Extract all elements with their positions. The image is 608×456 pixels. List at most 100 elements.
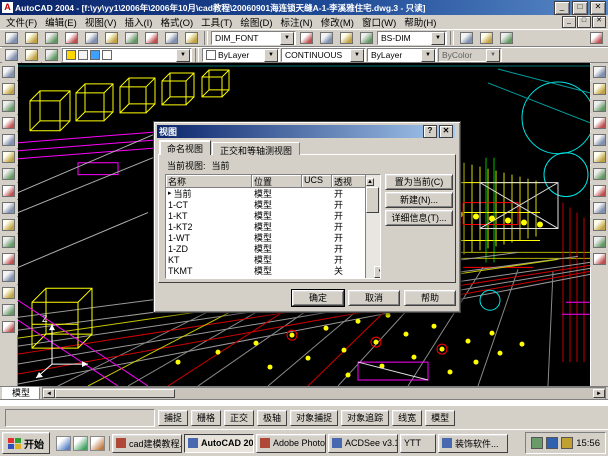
zoom-realtime-icon[interactable] [357,30,376,46]
menu-window[interactable]: 窗口(W) [358,15,400,29]
lineweight-button[interactable]: 线宽 [392,410,422,426]
column-header-ucs[interactable]: UCS [302,175,332,188]
revision-cloud-icon[interactable] [0,183,18,199]
save-icon[interactable] [42,30,61,46]
task-acdsee[interactable]: ACDSee v3.1... [328,434,398,453]
tray-icon[interactable] [546,437,558,449]
dim-style-combo[interactable]: BS-DIM ▼ [377,31,447,45]
start-button[interactable]: 开始 [2,432,50,454]
menu-dimension[interactable]: 标注(N) [277,15,317,29]
menu-file[interactable]: 文件(F) [2,15,41,29]
array-icon[interactable] [590,132,608,148]
cut-icon[interactable] [122,30,141,46]
break-icon[interactable] [590,251,608,267]
spell-icon[interactable] [102,30,121,46]
menu-modify[interactable]: 修改(M) [317,15,358,29]
multiline-text-icon[interactable] [0,319,18,335]
dialog-close-icon[interactable]: ✕ [439,125,453,138]
trim-icon[interactable] [590,217,608,233]
help-button[interactable]: 帮助 [404,290,456,306]
scrollbar-thumb[interactable] [366,187,379,213]
paste-icon[interactable] [162,30,181,46]
menu-view[interactable]: 视图(V) [81,15,121,29]
hatch-icon[interactable] [0,285,18,301]
task-input-method[interactable]: YTT [400,434,436,453]
properties-icon[interactable] [497,30,516,46]
doc-restore-button[interactable]: □ [577,16,591,28]
scroll-up-icon[interactable]: ▲ [366,178,374,186]
make-block-icon[interactable] [0,251,18,267]
color-combo[interactable]: ByLayer ▼ [202,48,280,62]
construction-line-icon[interactable] [0,81,18,97]
scroll-left-icon[interactable]: ◄ [43,389,55,398]
set-current-button[interactable]: 置为当前(C) [385,174,453,190]
new-view-button[interactable]: 新建(N)... [385,192,453,208]
task-cad-tutorial[interactable]: cad建模教程... [112,434,182,453]
doc-close-button[interactable]: ✕ [592,16,606,28]
layer-states-icon[interactable] [22,47,41,63]
chevron-down-icon[interactable]: ▼ [264,49,278,62]
quicklaunch-icon[interactable] [73,436,88,451]
zoom-window-icon[interactable] [457,30,476,46]
mirror-icon[interactable] [590,98,608,114]
scroll-down-icon[interactable]: ▼ [374,266,381,278]
task-decor-software[interactable]: 装饰软件... [438,434,508,453]
task-photoshop[interactable]: Adobe Photo... [256,434,326,453]
cancel-button[interactable]: 取消 [348,290,400,306]
print-icon[interactable] [62,30,81,46]
new-icon[interactable] [2,30,21,46]
tray-icon[interactable] [531,437,543,449]
tab-ortho-isometric-views[interactable]: 正交和等轴测视图 [212,142,300,155]
rectangle-icon[interactable] [0,132,18,148]
extend-icon[interactable] [590,234,608,250]
scale-icon[interactable] [590,183,608,199]
menu-tools[interactable]: 工具(T) [197,15,236,29]
match-properties-icon[interactable] [182,30,201,46]
polyline-icon[interactable] [0,98,18,114]
linetype-combo[interactable]: CONTINUOUS ▼ [281,48,366,62]
polar-button[interactable]: 极轴 [257,410,287,426]
osnap-button[interactable]: 对象捕捉 [290,410,338,426]
quicklaunch-icon[interactable] [90,436,105,451]
menu-format[interactable]: 格式(O) [156,15,197,29]
ortho-button[interactable]: 正交 [224,410,254,426]
view-details-button[interactable]: 详细信息(T)... [385,210,453,226]
task-autocad[interactable]: AutoCAD 200... [184,434,254,453]
hscrollbar-thumb[interactable] [55,389,175,398]
lineweight-combo[interactable]: ByLayer ▼ [367,48,437,62]
undo-icon[interactable] [297,30,316,46]
chevron-down-icon[interactable]: ▼ [280,32,294,45]
menu-draw[interactable]: 绘图(D) [236,15,276,29]
pan-icon[interactable] [337,30,356,46]
help-icon[interactable] [587,30,606,46]
circle-icon[interactable] [0,166,18,182]
menu-insert[interactable]: 插入(I) [120,15,156,29]
chevron-down-icon[interactable]: ▼ [176,49,190,62]
stretch-icon[interactable] [590,200,608,216]
rotate-icon[interactable] [590,166,608,182]
make-layer-current-icon[interactable] [42,47,61,63]
chevron-down-icon[interactable]: ▼ [431,32,445,45]
layers-icon[interactable] [2,47,21,63]
tab-named-views[interactable]: 命名视图 [159,140,211,155]
polygon-icon[interactable] [0,115,18,131]
view-list-table[interactable]: 名称 位置 UCS 透视 ▸当前 模型 开 1-CT 模型 开 1-KT 模型 [165,174,381,279]
open-icon[interactable] [22,30,41,46]
ellipse-icon[interactable] [0,217,18,233]
insert-block-icon[interactable] [0,234,18,250]
scroll-right-icon[interactable]: ► [593,389,605,398]
arc-icon[interactable] [0,149,18,165]
line-icon[interactable] [0,64,18,80]
dialog-help-icon[interactable]: ? [423,125,437,138]
grid-button[interactable]: 栅格 [191,410,221,426]
chevron-down-icon[interactable]: ▼ [350,49,364,62]
doc-minimize-button[interactable]: _ [562,16,576,28]
ok-button[interactable]: 确定 [292,290,344,306]
tray-icon[interactable] [561,437,573,449]
model-tab[interactable]: 模型 [2,387,40,400]
table-row[interactable]: TKMT 模型 关 [166,265,380,276]
move-icon[interactable] [590,149,608,165]
menu-edit[interactable]: 编辑(E) [41,15,81,29]
copy-icon[interactable] [142,30,161,46]
close-button[interactable]: ✕ [590,1,606,15]
